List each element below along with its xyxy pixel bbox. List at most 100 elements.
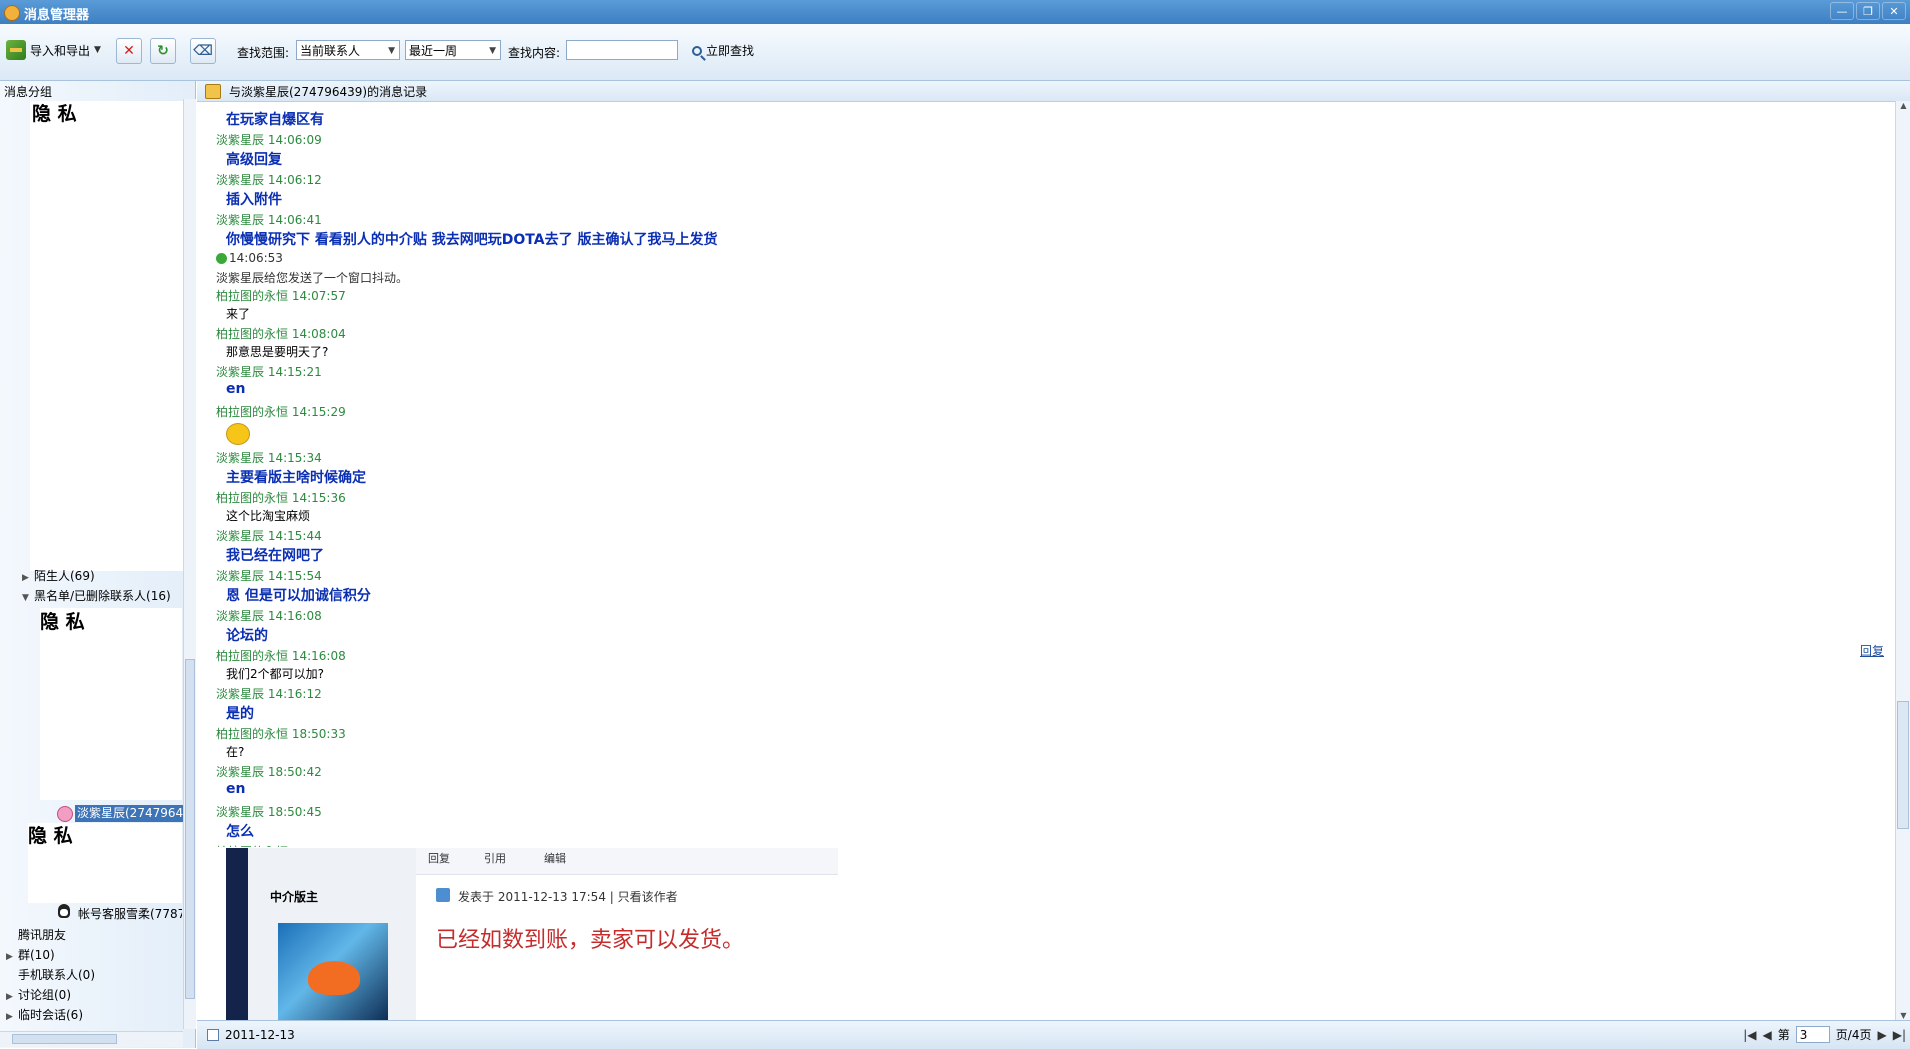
- delete-button[interactable]: ✕: [116, 38, 142, 64]
- message-header: 淡紫星辰 18:50:45: [216, 805, 322, 819]
- window-controls: — ❐ ✕: [1830, 2, 1906, 20]
- message-text: 我们2个都可以加?: [226, 667, 325, 681]
- search-button-label: 立即查找: [706, 44, 755, 58]
- first-page-icon[interactable]: |◀: [1743, 1028, 1756, 1042]
- qq-app-icon: [4, 5, 20, 21]
- close-button[interactable]: ✕: [1882, 2, 1906, 20]
- message-text: en: [226, 781, 246, 797]
- page-suffix: 页/4页: [1835, 1028, 1872, 1042]
- reply-link[interactable]: 回复: [1860, 642, 1884, 659]
- forum-post-meta: 发表于 2011-12-13 17:54 | 只看该作者: [458, 890, 678, 904]
- refresh-icon: ↻: [157, 43, 169, 59]
- import-export-button[interactable]: 导入和导出 ▼: [6, 40, 101, 60]
- privacy-redaction: [40, 608, 182, 800]
- period-value: 最近一周: [409, 44, 458, 58]
- expand-arrow-icon: ▶: [6, 992, 13, 1002]
- maximize-button[interactable]: ❐: [1856, 2, 1880, 20]
- forum-sidebar-strip: [226, 848, 248, 1020]
- delete-icon: ✕: [123, 43, 135, 59]
- message-scrollbar[interactable]: ▲ ▼: [1895, 101, 1910, 1027]
- contact-selected[interactable]: 淡紫星辰(274796439): [75, 805, 185, 822]
- message-header: 柏拉图的永恒 14:15:36: [216, 491, 346, 505]
- message-text: 在玩家自爆区有: [226, 112, 324, 128]
- tree-label: 陌生人(69): [34, 569, 95, 583]
- conversation-header: 与淡紫星辰(274796439)的消息记录: [197, 81, 1910, 102]
- scroll-up-icon[interactable]: ▲: [1896, 101, 1910, 115]
- system-time: 14:06:53: [216, 251, 283, 265]
- scope-label: 查找范围:: [237, 46, 290, 60]
- message-header: 淡紫星辰 14:15:21: [216, 365, 322, 379]
- scrollbar-thumb[interactable]: [1897, 701, 1909, 829]
- tree-label: 讨论组(0): [18, 988, 71, 1002]
- tree-item-strangers[interactable]: ▶ 陌生人(69): [22, 567, 95, 584]
- last-page-icon[interactable]: ▶|: [1893, 1028, 1906, 1042]
- tree-label: 腾讯朋友: [18, 928, 67, 942]
- period-select[interactable]: 最近一周 ▼: [405, 40, 501, 60]
- message-header: 淡紫星辰 18:50:42: [216, 765, 322, 779]
- window-title: 消息管理器: [24, 8, 90, 23]
- system-message: 淡紫星辰给您发送了一个窗口抖动。: [216, 271, 409, 285]
- message-header: 淡紫星辰 14:16:12: [216, 687, 322, 701]
- message-header: 柏拉图的永恒 18:50:33: [216, 727, 346, 741]
- title-bar: 消息管理器 — ❐ ✕: [0, 0, 1910, 24]
- message-text: 主要看版主啥时候确定: [226, 470, 366, 486]
- search-icon: [692, 45, 702, 56]
- message-header: 柏拉图的永恒 14:15:29: [216, 405, 346, 419]
- qq-penguin-icon: [58, 904, 70, 918]
- message-header: 淡紫星辰 14:06:12: [216, 173, 322, 187]
- scrollbar-thumb[interactable]: [12, 1034, 117, 1044]
- search-button[interactable]: 立即查找: [692, 42, 754, 59]
- tree-item-temp-sessions[interactable]: ▶ 临时会话(6): [6, 1006, 83, 1023]
- sidebar-vertical-scrollbar[interactable]: [183, 99, 196, 1029]
- message-text: 论坛的: [226, 628, 268, 644]
- check-icon: [216, 253, 227, 264]
- forum-post-body: 已经如数到账，卖家可以发货。: [436, 928, 745, 953]
- tree-item-tencent-friends[interactable]: 腾讯朋友: [6, 926, 66, 943]
- import-export-icon: [6, 40, 26, 60]
- sidebar: 消息分组 隐 私 ▶ 陌生人(69) ▼ 黑名单/已删除联系人(16) 隐 私 淡紫…: [0, 81, 196, 1048]
- next-page-icon[interactable]: ▶: [1877, 1028, 1886, 1042]
- pager: |◀ ◀ 第 3 页/4页 ▶ ▶|: [1743, 1026, 1906, 1043]
- tree-label: 手机联系人(0): [18, 968, 95, 982]
- expand-arrow-icon: ▶: [6, 952, 13, 962]
- message-text: 恩 但是可以加诚信积分: [226, 588, 371, 604]
- privacy-mark: 隐 私: [40, 611, 85, 633]
- message-text: 来了: [226, 307, 251, 321]
- message-header: 淡紫星辰 14:15:44: [216, 529, 322, 543]
- trash-can-icon: ⌫: [193, 43, 213, 59]
- tree-item-groups[interactable]: ▶ 群(10): [6, 946, 55, 963]
- page-input[interactable]: 3: [1795, 1026, 1830, 1043]
- dropdown-caret-icon: ▼: [94, 45, 101, 55]
- forum-post-toolbar: 回复 引用 编辑: [416, 848, 838, 875]
- privacy-mark: 隐 私: [32, 103, 77, 125]
- chevron-down-icon: ▼: [388, 46, 395, 56]
- forum-user-avatar: [278, 923, 388, 1020]
- sidebar-horizontal-scrollbar[interactable]: [0, 1031, 183, 1047]
- calendar-icon[interactable]: [207, 1029, 219, 1041]
- scope-select[interactable]: 当前联系人 ▼: [296, 40, 400, 60]
- message-text: 高级回复: [226, 152, 282, 168]
- chevron-down-icon: ▼: [489, 46, 496, 56]
- forum-quote: 引用: [484, 852, 506, 865]
- prev-page-icon[interactable]: ◀: [1763, 1028, 1772, 1042]
- content-label: 查找内容:: [508, 46, 561, 60]
- minimize-button[interactable]: —: [1830, 2, 1854, 20]
- tree-item-blacklist[interactable]: ▼ 黑名单/已删除联系人(16): [22, 587, 171, 604]
- privacy-redaction: [30, 101, 190, 571]
- message-list: 在玩家自爆区有 淡紫星辰 14:06:09 高级回复 淡紫星辰 14:06:12 插入附…: [216, 101, 1876, 847]
- contact-support[interactable]: 帐号客服雪柔(77873: [78, 905, 182, 922]
- message-header: 淡紫星辰 14:16:08: [216, 609, 322, 623]
- tree-item-discussion[interactable]: ▶ 讨论组(0): [6, 986, 71, 1003]
- smiley-emoticon-icon: [226, 423, 250, 445]
- message-tool-button[interactable]: ⌫: [190, 38, 216, 64]
- message-header: 淡紫星辰 14:15:54: [216, 569, 322, 583]
- refresh-button[interactable]: ↻: [150, 38, 176, 64]
- forum-reply: 回复: [428, 852, 450, 865]
- message-text: 这个比淘宝麻烦: [226, 509, 311, 523]
- tree-item-mobile[interactable]: 手机联系人(0): [6, 966, 95, 983]
- privacy-mark: 隐 私: [28, 825, 73, 847]
- collapse-arrow-icon: ▼: [22, 593, 29, 603]
- expand-arrow-icon: ▶: [22, 573, 29, 583]
- search-input[interactable]: [566, 40, 678, 60]
- scrollbar-thumb[interactable]: [185, 659, 195, 999]
